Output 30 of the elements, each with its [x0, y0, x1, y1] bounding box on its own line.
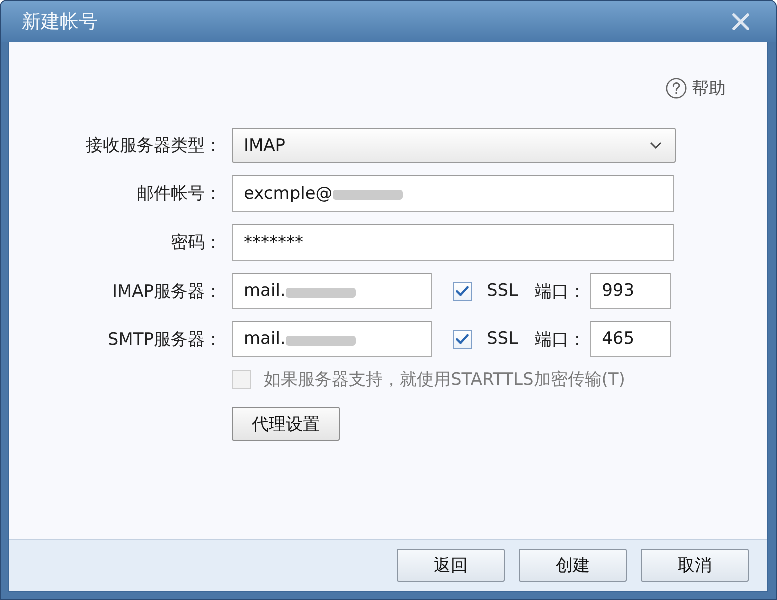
- proxy-settings-button[interactable]: 代理设置: [232, 407, 340, 441]
- port-field[interactable]: 993: [590, 273, 672, 309]
- field-label: 密码：: [170, 232, 222, 254]
- port-label: 端口：: [535, 280, 586, 302]
- starttls-label: 如果服务器支持，就使用STARTTLS加密传输(T): [264, 368, 626, 390]
- ssl-label: SSL: [487, 281, 518, 301]
- chevron-down-icon: [650, 142, 662, 149]
- password-field[interactable]: *******: [232, 224, 674, 261]
- server-type-dropdown[interactable]: IMAP: [232, 128, 676, 163]
- port-field[interactable]: 465: [590, 321, 672, 357]
- back-button[interactable]: 返回: [397, 549, 505, 582]
- window-title: 新建帐号: [22, 10, 98, 34]
- field-label: 接收服务器类型：: [85, 135, 222, 157]
- ssl-checkbox[interactable]: [453, 330, 472, 348]
- ssl-checkbox[interactable]: [453, 282, 472, 300]
- field-label: SMTP服务器：: [106, 328, 222, 350]
- tick-icon: [456, 286, 469, 296]
- server-field[interactable]: mail.: [232, 321, 432, 357]
- field-label: IMAP服务器：: [111, 280, 222, 302]
- cancel-button[interactable]: 取消: [641, 549, 749, 582]
- tick-icon: [456, 334, 469, 344]
- field-label: 邮件帐号：: [136, 183, 222, 205]
- help-icon: [666, 78, 687, 98]
- ssl-label: SSL: [487, 329, 518, 349]
- close-icon[interactable]: [732, 12, 750, 30]
- port-label: 端口：: [535, 328, 586, 350]
- help-link[interactable]: 帮助: [666, 77, 726, 99]
- email-field[interactable]: excmple@: [232, 175, 674, 212]
- server-field[interactable]: mail.: [232, 273, 432, 309]
- create-button[interactable]: 创建: [519, 549, 627, 582]
